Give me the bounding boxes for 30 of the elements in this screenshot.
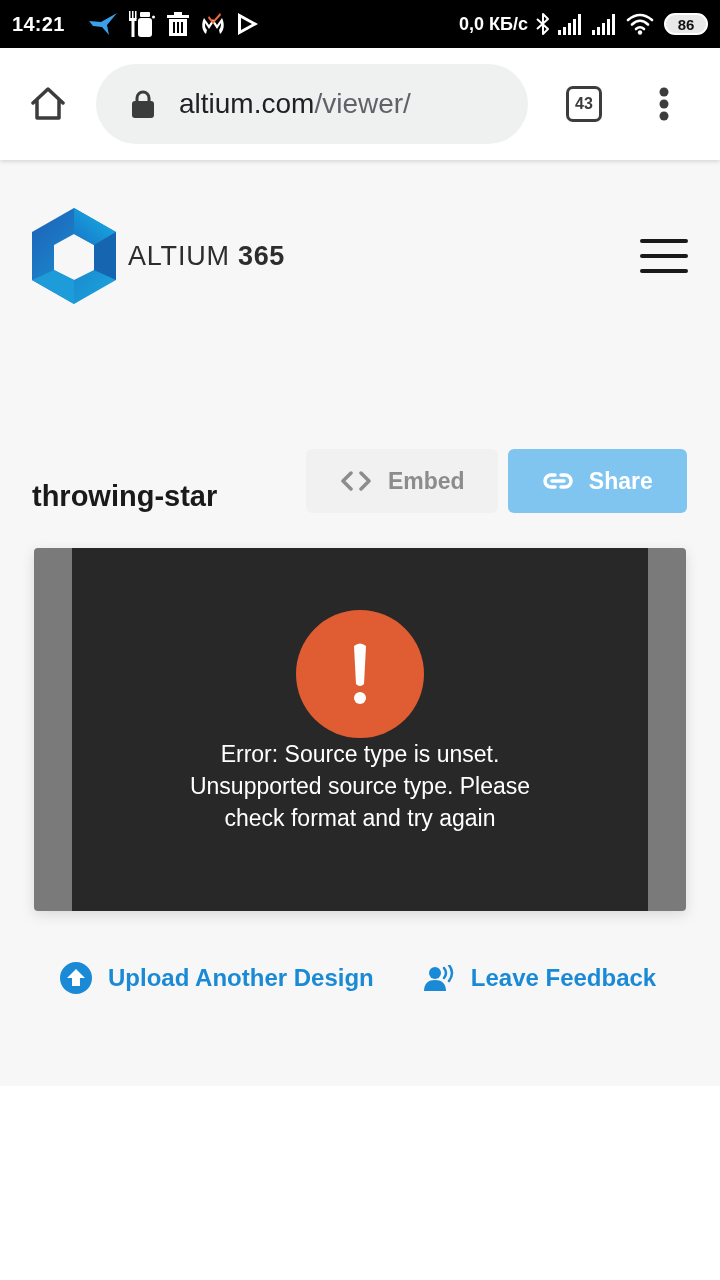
bird-icon [88,13,117,35]
home-icon[interactable] [30,87,66,121]
feedback-link[interactable]: Leave Feedback [423,964,657,992]
network-speed: 0,0 КБ/с [459,13,528,35]
trash-icon [166,12,189,36]
status-time: 14:21 [12,12,65,36]
battery-indicator: 86 [664,13,708,35]
menu-icon[interactable] [659,87,669,121]
signal-icon [558,13,584,35]
upload-link[interactable]: Upload Another Design [60,962,374,994]
code-icon [339,471,372,491]
error-icon [296,610,424,738]
link-icon [542,472,573,490]
jar-and-fork-icon [128,11,155,37]
url-field[interactable]: altium.com/viewer/ [96,64,528,144]
bluetooth-icon [536,12,550,36]
error-message: Error: Source type is unset. Unsupported source type. Please check format and try again [189,740,531,833]
speaking-person-icon [423,965,455,991]
wifi-icon [626,13,654,35]
url-text: altium.com/viewer/ [179,88,411,120]
lock-icon [132,90,154,118]
tab-count-button[interactable]: 43 [566,86,602,122]
upload-icon [60,962,92,994]
signal-icon [592,13,618,35]
menu-button[interactable] [640,239,688,273]
play-store-icon [236,12,259,36]
m-logo-icon [200,12,225,36]
design-title: throwing-star [32,478,218,513]
logo-text: ALTIUM 365 [128,240,285,272]
hexagon-logo-icon [32,208,116,304]
